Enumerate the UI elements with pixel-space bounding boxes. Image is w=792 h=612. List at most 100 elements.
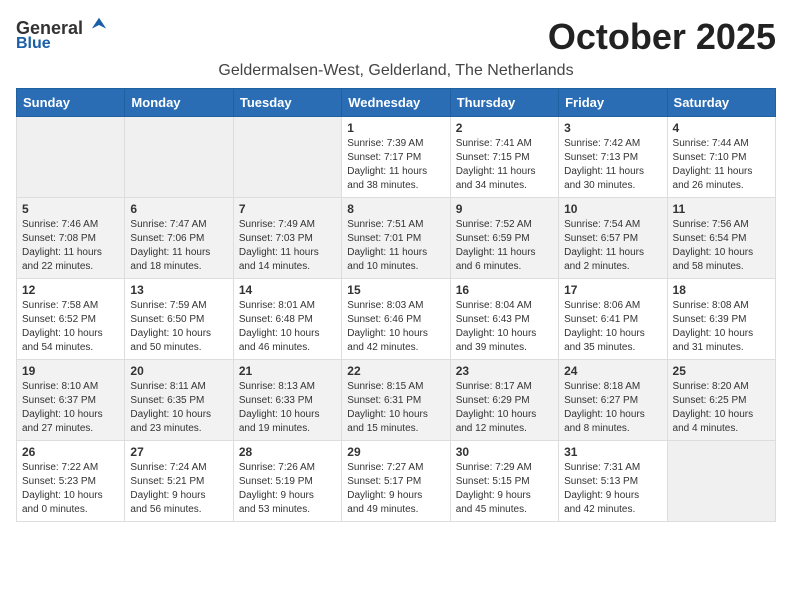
calendar-cell: 19Sunrise: 8:10 AM Sunset: 6:37 PM Dayli… [17, 360, 125, 441]
calendar-cell: 26 Sunrise: 7:22 AM Sunset: 5:23 PM Dayli… [17, 441, 125, 522]
day-number: 5 [22, 202, 119, 216]
calendar-row: 12 Sunrise: 7:58 AM Sunset: 6:52 PM Dayli… [17, 279, 776, 360]
calendar-cell: 30 Sunrise: 7:29 AM Sunset: 5:15 PM Dayli… [450, 441, 558, 522]
day-info: Sunrise: 8:11 AM Sunset: 6:35 PM Dayligh… [130, 380, 227, 436]
day-number: 30 [456, 445, 553, 459]
day-number: 22 [347, 364, 444, 378]
day-number: 13 [130, 283, 227, 297]
day-info: Sunrise: 7:52 AM Sunset: 6:59 PM Dayligh… [456, 218, 553, 274]
calendar-cell [17, 117, 125, 198]
day-number: 11 [673, 202, 770, 216]
subtitle: Geldermalsen-West, Gelderland, The Nethe… [16, 62, 776, 80]
day-info: Sunrise: 8:18 AM Sunset: 6:27 PM Dayligh… [564, 380, 661, 436]
calendar-row: 19Sunrise: 8:10 AM Sunset: 6:37 PM Dayli… [17, 360, 776, 441]
day-info: Sunrise: 7:42 AM Sunset: 7:13 PM Dayligh… [564, 137, 661, 193]
day-info: Sunrise: 7:26 AM Sunset: 5:19 PM Dayligh… [239, 461, 336, 517]
calendar-cell: 29 Sunrise: 7:27 AM Sunset: 5:17 PM Dayli… [342, 441, 450, 522]
calendar-cell: 25Sunrise: 8:20 AM Sunset: 6:25 PM Dayli… [667, 360, 775, 441]
day-number: 7 [239, 202, 336, 216]
calendar-cell: 12 Sunrise: 7:58 AM Sunset: 6:52 PM Dayli… [17, 279, 125, 360]
day-number: 29 [347, 445, 444, 459]
day-number: 19 [22, 364, 119, 378]
day-info: Sunrise: 7:29 AM Sunset: 5:15 PM Dayligh… [456, 461, 553, 517]
header-friday: Friday [559, 89, 667, 117]
page-header: General Blue October 2025 [16, 16, 776, 58]
header-wednesday: Wednesday [342, 89, 450, 117]
day-info: Sunrise: 7:59 AM Sunset: 6:50 PM Dayligh… [130, 299, 227, 355]
day-info: Sunrise: 7:49 AM Sunset: 7:03 PM Dayligh… [239, 218, 336, 274]
day-info: Sunrise: 8:01 AM Sunset: 6:48 PM Dayligh… [239, 299, 336, 355]
month-title: October 2025 [548, 16, 776, 58]
calendar-cell: 6 Sunrise: 7:47 AM Sunset: 7:06 PM Daylig… [125, 198, 233, 279]
day-info: Sunrise: 8:06 AM Sunset: 6:41 PM Dayligh… [564, 299, 661, 355]
calendar-cell: 8 Sunrise: 7:51 AM Sunset: 7:01 PM Daylig… [342, 198, 450, 279]
calendar-cell: 16Sunrise: 8:04 AM Sunset: 6:43 PM Dayli… [450, 279, 558, 360]
calendar-cell: 13 Sunrise: 7:59 AM Sunset: 6:50 PM Dayli… [125, 279, 233, 360]
calendar-cell: 4Sunrise: 7:44 AM Sunset: 7:10 PM Daylig… [667, 117, 775, 198]
day-info: Sunrise: 8:15 AM Sunset: 6:31 PM Dayligh… [347, 380, 444, 436]
day-number: 9 [456, 202, 553, 216]
calendar-cell [233, 117, 341, 198]
calendar-cell: 22 Sunrise: 8:15 AM Sunset: 6:31 PM Dayli… [342, 360, 450, 441]
day-number: 6 [130, 202, 227, 216]
day-info: Sunrise: 7:41 AM Sunset: 7:15 PM Dayligh… [456, 137, 553, 193]
day-number: 1 [347, 121, 444, 135]
calendar-cell: 10 Sunrise: 7:54 AM Sunset: 6:57 PM Dayli… [559, 198, 667, 279]
calendar-cell: 24 Sunrise: 8:18 AM Sunset: 6:27 PM Dayli… [559, 360, 667, 441]
calendar-cell [667, 441, 775, 522]
day-number: 4 [673, 121, 770, 135]
day-info: Sunrise: 8:17 AM Sunset: 6:29 PM Dayligh… [456, 380, 553, 436]
day-info: Sunrise: 7:31 AM Sunset: 5:13 PM Dayligh… [564, 461, 661, 517]
day-number: 17 [564, 283, 661, 297]
header-saturday: Saturday [667, 89, 775, 117]
logo-blue-text: Blue [16, 35, 51, 53]
day-number: 24 [564, 364, 661, 378]
logo: General Blue [16, 16, 108, 53]
calendar-cell: 31 Sunrise: 7:31 AM Sunset: 5:13 PM Dayli… [559, 441, 667, 522]
calendar-cell: 14 Sunrise: 8:01 AM Sunset: 6:48 PM Dayli… [233, 279, 341, 360]
day-number: 10 [564, 202, 661, 216]
day-info: Sunrise: 7:51 AM Sunset: 7:01 PM Dayligh… [347, 218, 444, 274]
day-info: Sunrise: 7:54 AM Sunset: 6:57 PM Dayligh… [564, 218, 661, 274]
calendar-cell: 3 Sunrise: 7:42 AM Sunset: 7:13 PM Daylig… [559, 117, 667, 198]
day-info: Sunrise: 7:58 AM Sunset: 6:52 PM Dayligh… [22, 299, 119, 355]
day-info: Sunrise: 7:39 AM Sunset: 7:17 PM Dayligh… [347, 137, 444, 193]
day-number: 31 [564, 445, 661, 459]
day-info: Sunrise: 8:03 AM Sunset: 6:46 PM Dayligh… [347, 299, 444, 355]
header-sunday: Sunday [17, 89, 125, 117]
calendar-cell: 15 Sunrise: 8:03 AM Sunset: 6:46 PM Dayli… [342, 279, 450, 360]
calendar-cell: 2 Sunrise: 7:41 AM Sunset: 7:15 PM Daylig… [450, 117, 558, 198]
day-info: Sunrise: 7:22 AM Sunset: 5:23 PM Dayligh… [22, 461, 119, 517]
header-monday: Monday [125, 89, 233, 117]
calendar-table: SundayMondayTuesdayWednesdayThursdayFrid… [16, 88, 776, 522]
day-info: Sunrise: 7:27 AM Sunset: 5:17 PM Dayligh… [347, 461, 444, 517]
day-number: 12 [22, 283, 119, 297]
calendar-cell: 5Sunrise: 7:46 AM Sunset: 7:08 PM Daylig… [17, 198, 125, 279]
day-number: 21 [239, 364, 336, 378]
day-number: 8 [347, 202, 444, 216]
calendar-cell: 27 Sunrise: 7:24 AM Sunset: 5:21 PM Dayli… [125, 441, 233, 522]
calendar-row: 26 Sunrise: 7:22 AM Sunset: 5:23 PM Dayli… [17, 441, 776, 522]
calendar-cell: 11 Sunrise: 7:56 AM Sunset: 6:54 PM Dayli… [667, 198, 775, 279]
day-number: 15 [347, 283, 444, 297]
day-info: Sunrise: 7:24 AM Sunset: 5:21 PM Dayligh… [130, 461, 227, 517]
day-number: 2 [456, 121, 553, 135]
day-number: 23 [456, 364, 553, 378]
day-number: 28 [239, 445, 336, 459]
day-number: 3 [564, 121, 661, 135]
calendar-cell: 7 Sunrise: 7:49 AM Sunset: 7:03 PM Daylig… [233, 198, 341, 279]
calendar-header-row: SundayMondayTuesdayWednesdayThursdayFrid… [17, 89, 776, 117]
calendar-cell: 20Sunrise: 8:11 AM Sunset: 6:35 PM Dayli… [125, 360, 233, 441]
day-number: 27 [130, 445, 227, 459]
calendar-row: 5Sunrise: 7:46 AM Sunset: 7:08 PM Daylig… [17, 198, 776, 279]
calendar-cell [125, 117, 233, 198]
day-info: Sunrise: 7:56 AM Sunset: 6:54 PM Dayligh… [673, 218, 770, 274]
calendar-cell: 17 Sunrise: 8:06 AM Sunset: 6:41 PM Dayli… [559, 279, 667, 360]
day-info: Sunrise: 8:13 AM Sunset: 6:33 PM Dayligh… [239, 380, 336, 436]
day-number: 25 [673, 364, 770, 378]
day-number: 14 [239, 283, 336, 297]
calendar-cell: 18Sunrise: 8:08 AM Sunset: 6:39 PM Dayli… [667, 279, 775, 360]
calendar-cell: 9 Sunrise: 7:52 AM Sunset: 6:59 PM Daylig… [450, 198, 558, 279]
day-number: 26 [22, 445, 119, 459]
day-info: Sunrise: 7:47 AM Sunset: 7:06 PM Dayligh… [130, 218, 227, 274]
